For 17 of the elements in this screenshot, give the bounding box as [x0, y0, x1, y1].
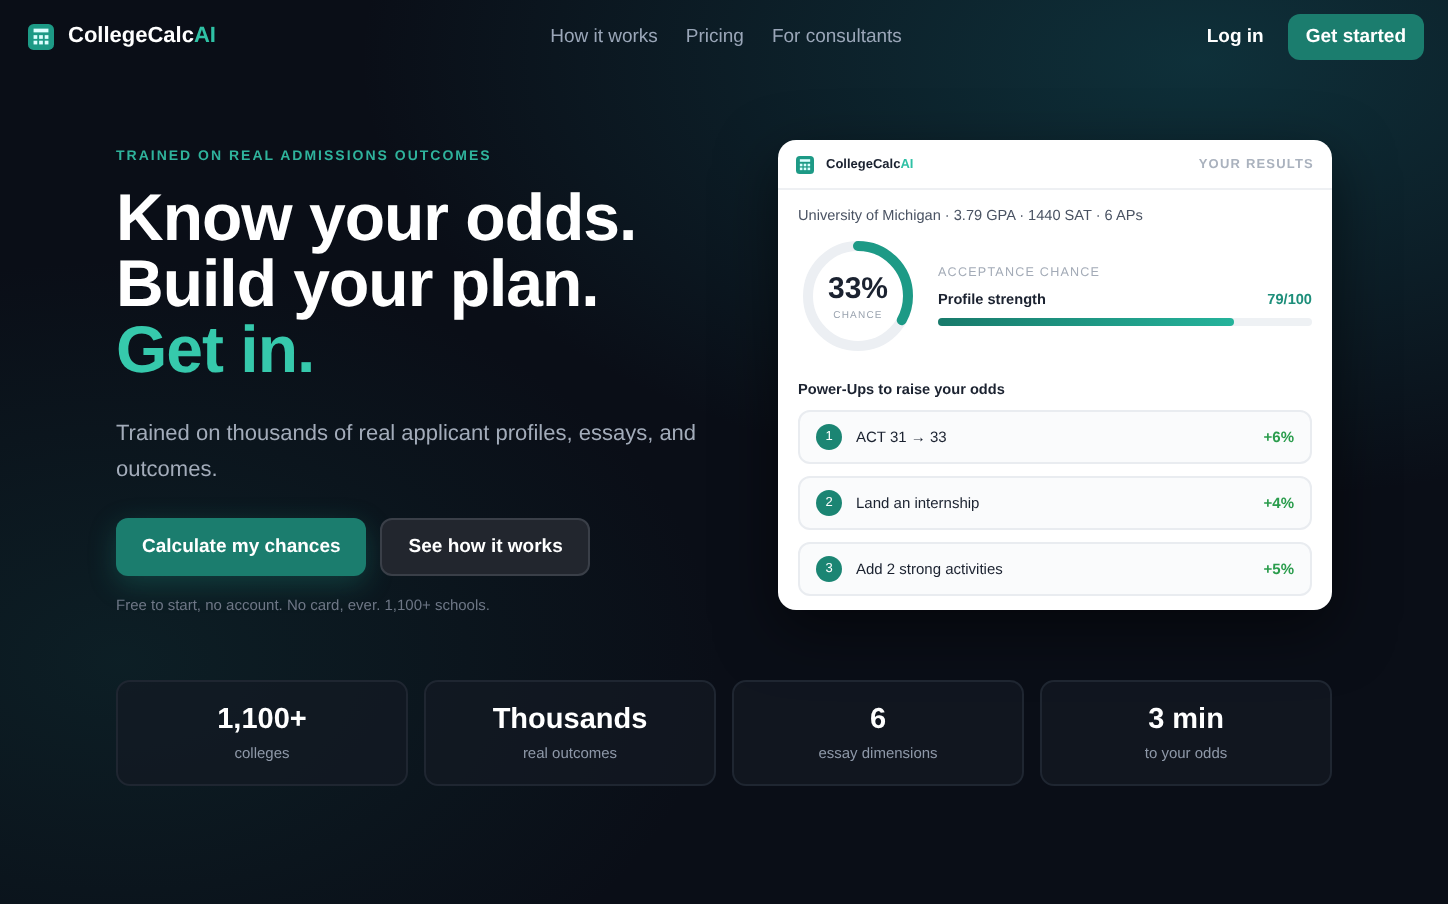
- get-started-button[interactable]: Get started: [1287, 13, 1424, 59]
- stat-value: 6: [869, 704, 887, 736]
- nav-link[interactable]: For consultants: [771, 25, 902, 47]
- how-it-works-button[interactable]: See how it works: [380, 518, 591, 576]
- stat-value: Thousands: [492, 704, 648, 736]
- chance-value: 33%: [827, 271, 889, 305]
- stat-value: 3 min: [1148, 704, 1224, 736]
- calculator-icon: [28, 23, 54, 49]
- login-link[interactable]: Log in: [1206, 25, 1264, 47]
- calculator-icon: [796, 155, 814, 173]
- nav-link[interactable]: Pricing: [685, 25, 744, 47]
- calculate-button[interactable]: Calculate my chances: [116, 518, 367, 576]
- stat-value: 1,100+: [217, 704, 307, 736]
- brand-name[interactable]: CollegeCalcAI: [68, 24, 216, 48]
- headline: Know your odds.: [116, 184, 639, 250]
- nav-link[interactable]: How it works: [550, 25, 658, 47]
- subtitle: Trained on thousands of real applicant profiles, essays, and outcomes.: [116, 420, 699, 486]
